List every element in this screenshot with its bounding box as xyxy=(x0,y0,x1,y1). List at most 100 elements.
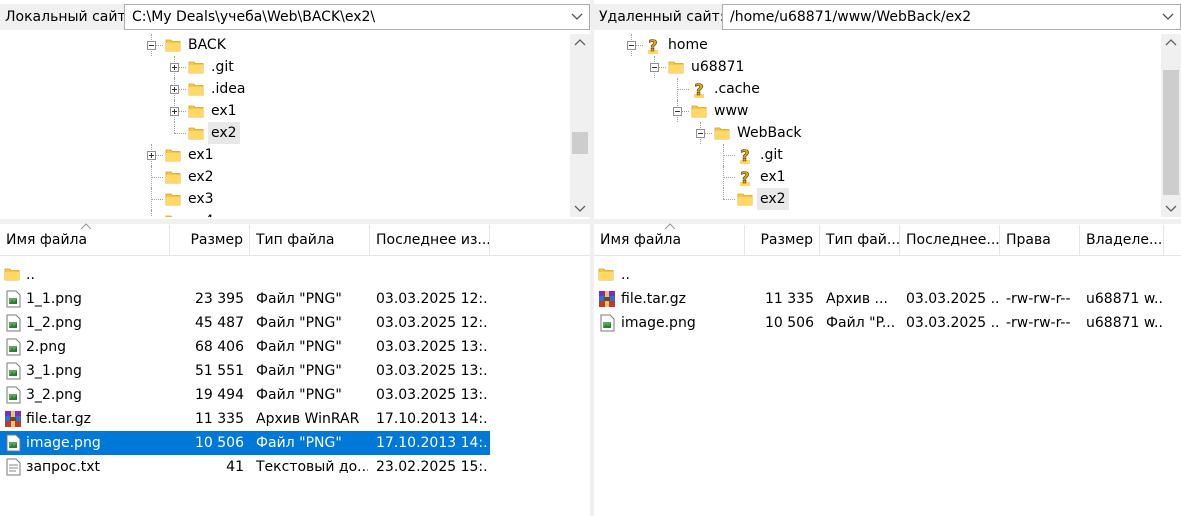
tree-node[interactable]: WebBack xyxy=(594,122,1154,144)
tree-node[interactable]: BACK xyxy=(0,34,560,56)
scroll-up-icon[interactable] xyxy=(1161,34,1181,51)
collapse-icon[interactable] xyxy=(673,107,682,116)
file-type: Файл "PNG" xyxy=(256,387,342,403)
column-header-size[interactable]: Размер xyxy=(170,225,250,255)
tree-node[interactable]: ex3 xyxy=(0,188,560,210)
png-file-icon xyxy=(4,434,22,452)
tree-node[interactable]: ex2 xyxy=(594,188,1154,210)
remote-tree-scroll-thumb[interactable] xyxy=(1163,70,1179,195)
tree-node[interactable]: www xyxy=(594,100,1154,122)
column-header-type[interactable]: Тип файла xyxy=(250,225,370,255)
collapse-icon[interactable] xyxy=(650,63,659,72)
tree-node[interactable]: ? .cache xyxy=(594,78,1154,100)
remote-directory-tree[interactable]: ? home u68871? .cache www WebBack? .git? ex1 ex2 xyxy=(594,34,1181,217)
collapse-icon[interactable] xyxy=(696,129,705,138)
file-name: .. xyxy=(621,267,630,283)
column-header-size[interactable]: Размер xyxy=(745,225,820,255)
local-directory-tree[interactable]: BACK .git .idea ex1 ex2 ex1 ex2 ex3 ex4 xyxy=(0,34,590,217)
local-tree-scroll-thumb[interactable] xyxy=(572,132,588,154)
file-perms xyxy=(1006,263,1078,287)
tree-node[interactable]: ex4 xyxy=(0,210,560,217)
remote-pane-divider[interactable] xyxy=(594,219,1181,224)
tree-node[interactable]: ? ex1 xyxy=(594,166,1154,188)
tree-connector xyxy=(174,122,175,133)
tree-node-label: ex1 xyxy=(760,169,786,185)
remote-file-list-header: Имя файла Размер Тип фай... Последнее...… xyxy=(594,223,1181,256)
file-modified: 03.03.2025 ... xyxy=(906,315,998,331)
local-file-list[interactable]: Имя файла Размер Тип файла Последнее из.… xyxy=(0,223,590,516)
file-row[interactable]: image.png 10 506 Файл "PNG" 17.10.2013 14:.… xyxy=(0,431,490,455)
file-perms: -rw-rw-r-- xyxy=(1006,315,1071,331)
svg-text:?: ? xyxy=(648,37,657,55)
svg-text:?: ? xyxy=(740,169,749,187)
column-header-type[interactable]: Тип фай... xyxy=(820,225,900,255)
file-row[interactable]: file.tar.gz 11 335 Архив WinRAR 17.10.2013 … xyxy=(0,407,490,431)
file-row[interactable]: .. xyxy=(594,263,1164,287)
local-tree-scrollbar[interactable] xyxy=(570,34,590,217)
remote-path-combobox[interactable]: /home/u68871/www/WebBack/ex2 xyxy=(722,4,1181,30)
file-name: file.tar.gz xyxy=(621,291,686,307)
sort-ascending-icon xyxy=(664,223,676,230)
file-name: .. xyxy=(26,267,35,283)
tree-node-label: ex2 xyxy=(188,169,214,185)
expand-icon[interactable] xyxy=(147,151,156,160)
tree-node[interactable]: .git xyxy=(0,56,560,78)
tree-node[interactable]: ? home xyxy=(594,34,1154,56)
chevron-down-icon[interactable] xyxy=(569,5,585,29)
file-name: запрос.txt xyxy=(26,459,101,475)
scroll-down-icon[interactable] xyxy=(570,200,590,217)
tree-node-label: home xyxy=(668,37,708,53)
file-type: Файл "PNG" xyxy=(256,363,342,379)
column-header-modified[interactable]: Последнее из... xyxy=(370,225,490,255)
tree-connector xyxy=(174,133,186,134)
local-path-combobox[interactable]: C:\My Deals\учеба\Web\BACK\ex2\ xyxy=(124,4,590,30)
tree-node[interactable]: ex2 xyxy=(0,122,560,144)
tree-connector xyxy=(723,177,735,178)
remote-file-list[interactable]: Имя файла Размер Тип фай... Последнее...… xyxy=(594,223,1181,516)
png-file-icon xyxy=(4,386,22,404)
file-row[interactable]: запрос.txt 41 Текстовый до... 23.02.2025 15… xyxy=(0,455,490,479)
tree-node[interactable]: ex2 xyxy=(0,166,560,188)
file-row[interactable]: .. xyxy=(0,263,490,287)
expand-icon[interactable] xyxy=(170,63,179,72)
local-path-label: Локальный сайт: xyxy=(0,4,136,30)
collapse-icon[interactable] xyxy=(147,41,156,50)
tree-connector xyxy=(151,188,152,210)
remote-tree-scrollbar[interactable] xyxy=(1161,34,1181,217)
file-name: image.png xyxy=(26,435,101,451)
file-type: Архив WinRAR xyxy=(256,411,360,427)
file-row[interactable]: 2.png 68 406 Файл "PNG" 03.03.2025 13:... xyxy=(0,335,490,359)
file-type: Архив ... xyxy=(826,291,888,307)
remote-path-label: Удаленный сайт: xyxy=(594,4,730,30)
file-modified: 03.03.2025 12:... xyxy=(376,315,488,331)
scroll-up-icon[interactable] xyxy=(570,34,590,51)
file-row[interactable]: file.tar.gz 11 335 Архив ... 03.03.2025 ...… xyxy=(594,287,1164,311)
tree-node[interactable]: .idea xyxy=(0,78,560,100)
file-row[interactable]: 3_2.png 19 494 Файл "PNG" 03.03.2025 13:... xyxy=(0,383,490,407)
tree-node-label: .git xyxy=(760,147,783,163)
file-row[interactable]: image.png 10 506 Файл "P... 03.03.2025 ... -… xyxy=(594,311,1164,335)
file-name: 3_1.png xyxy=(26,363,82,379)
file-row[interactable]: 1_1.png 23 395 Файл "PNG" 03.03.2025 12:... xyxy=(0,287,490,311)
file-size: 10 506 xyxy=(195,435,244,451)
expand-icon[interactable] xyxy=(170,107,179,116)
file-perms: -rw-rw-r-- xyxy=(1006,291,1071,307)
column-header-permissions[interactable]: Права xyxy=(1000,225,1080,255)
tree-node[interactable]: u68871 xyxy=(594,56,1154,78)
collapse-icon[interactable] xyxy=(627,41,636,50)
scroll-down-icon[interactable] xyxy=(1161,200,1181,217)
tree-node-label: ex1 xyxy=(188,147,214,163)
tree-connector xyxy=(677,78,678,100)
expand-icon[interactable] xyxy=(170,85,179,94)
file-row[interactable]: 3_1.png 51 551 Файл "PNG" 03.03.2025 13:... xyxy=(0,359,490,383)
tree-node[interactable]: ? .git xyxy=(594,144,1154,166)
tree-node[interactable]: ex1 xyxy=(0,144,560,166)
chevron-down-icon[interactable] xyxy=(1160,5,1176,29)
column-header-modified[interactable]: Последнее... xyxy=(900,225,1000,255)
tree-node[interactable]: ex1 xyxy=(0,100,560,122)
local-path-bar: Локальный сайт: C:\My Deals\учеба\Web\BA… xyxy=(0,4,590,30)
column-header-owner[interactable]: Владеле... xyxy=(1080,225,1164,255)
file-row[interactable]: 1_2.png 45 487 Файл "PNG" 03.03.2025 12:... xyxy=(0,311,490,335)
tree-connector xyxy=(723,199,735,200)
file-modified: 03.03.2025 13:... xyxy=(376,339,488,355)
